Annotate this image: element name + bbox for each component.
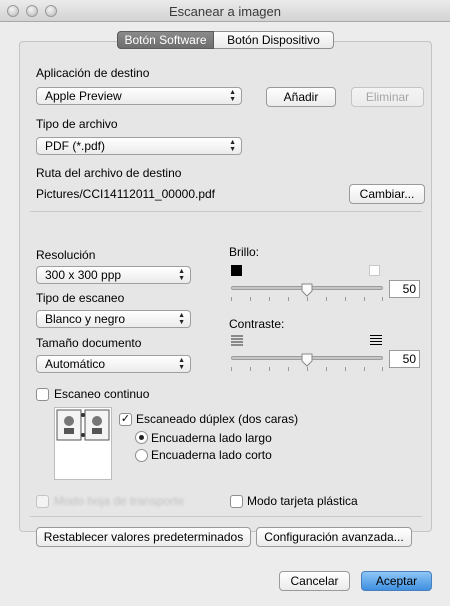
remove-app-button[interactable]: Eliminar <box>351 87 424 107</box>
contrast-value-field[interactable]: 50 <box>389 350 420 368</box>
slider-tick <box>250 297 251 301</box>
doc-size-value: Automático <box>45 357 106 371</box>
destination-app-select[interactable]: Apple Preview ▲ ▼ <box>36 87 242 105</box>
chevron-updown-icon: ▲ ▼ <box>178 312 185 326</box>
contrast-slider-thumb[interactable] <box>301 353 313 367</box>
destination-app-value: Apple Preview <box>45 89 122 103</box>
long-edge-radio[interactable] <box>135 431 148 444</box>
slider-tick <box>288 297 289 301</box>
short-edge-radio[interactable] <box>135 449 148 462</box>
scan-type-label: Tipo de escaneo <box>36 291 125 305</box>
slider-tick <box>250 367 251 371</box>
resolution-select[interactable]: 300 x 300 ppp ▲ ▼ <box>36 266 191 284</box>
continuous-scan-label: Escaneo continuo <box>54 387 150 401</box>
slider-tick <box>364 367 365 371</box>
brightness-value-field[interactable]: 50 <box>389 280 420 298</box>
duplex-label: Escaneado dúplex (dos caras) <box>136 412 299 426</box>
low-contrast-icon <box>231 335 243 346</box>
tab-software-button[interactable]: Botón Software <box>117 31 214 49</box>
file-type-value: PDF (*.pdf) <box>45 139 106 153</box>
file-type-select[interactable]: PDF (*.pdf) ▲ ▼ <box>36 137 242 155</box>
checkmark-icon: ✓ <box>120 413 131 425</box>
scan-type-value: Blanco y negro <box>45 312 126 326</box>
carrier-sheet-label: Modo hoja de transporte <box>54 494 185 508</box>
slider-tick <box>231 367 232 371</box>
slider-tick <box>382 367 383 371</box>
doc-size-select[interactable]: Automático ▲ ▼ <box>36 355 191 373</box>
window-title: Escanear a imagen <box>168 4 281 19</box>
dark-square-icon <box>231 265 242 276</box>
file-type-label: Tipo de archivo <box>36 117 118 131</box>
slider-tick <box>364 297 365 301</box>
change-path-button[interactable]: Cambiar... <box>349 184 425 204</box>
slider-tick <box>231 297 232 301</box>
reset-defaults-button[interactable]: Restablecer valores predeterminados <box>36 527 251 547</box>
plastic-card-label: Modo tarjeta plástica <box>247 494 358 508</box>
doc-size-label: Tamaño documento <box>36 336 142 350</box>
cancel-button[interactable]: Cancelar <box>279 571 350 591</box>
high-contrast-icon <box>370 335 382 345</box>
advanced-settings-button[interactable]: Configuración avanzada... <box>256 527 412 547</box>
destination-path-value: Pictures/CCI14112011_00000.pdf <box>36 187 216 201</box>
light-square-icon <box>369 265 380 276</box>
slider-tick <box>326 297 327 301</box>
destination-path-label: Ruta del archivo de destino <box>36 166 182 180</box>
chevron-updown-icon: ▲ ▼ <box>178 268 185 282</box>
chevron-updown-icon: ▲ ▼ <box>229 139 236 153</box>
resolution-label: Resolución <box>36 248 96 262</box>
brightness-slider-thumb[interactable] <box>301 283 313 297</box>
add-app-button[interactable]: Añadir <box>266 87 336 107</box>
slider-tick <box>326 367 327 371</box>
slider-tick <box>269 367 270 371</box>
slider-tick <box>345 297 346 301</box>
slider-tick <box>269 297 270 301</box>
long-edge-label: Encuaderna lado largo <box>151 431 272 445</box>
scan-type-select[interactable]: Blanco y negro ▲ ▼ <box>36 310 191 328</box>
brightness-label: Brillo: <box>229 245 260 259</box>
short-edge-label: Encuaderna lado corto <box>151 448 272 462</box>
destination-app-label: Aplicación de destino <box>36 66 150 80</box>
section-divider <box>30 211 422 212</box>
duplex-pages-icon <box>56 409 110 441</box>
slider-tick <box>288 367 289 371</box>
contrast-label: Contraste: <box>229 317 285 331</box>
continuous-scan-checkbox[interactable] <box>36 388 49 401</box>
slider-tick <box>345 367 346 371</box>
plastic-card-checkbox[interactable] <box>230 495 243 508</box>
chevron-updown-icon: ▲ ▼ <box>229 89 236 103</box>
chevron-updown-icon: ▲ ▼ <box>178 357 185 371</box>
resolution-value: 300 x 300 ppp <box>45 268 122 282</box>
slider-tick <box>307 297 308 301</box>
duplex-checkbox[interactable]: ✓ <box>119 413 132 426</box>
accept-button[interactable]: Aceptar <box>361 571 432 591</box>
tab-device-button[interactable]: Botón Dispositivo <box>214 31 334 49</box>
slider-tick <box>382 297 383 301</box>
carrier-sheet-checkbox[interactable] <box>36 495 49 508</box>
slider-tick <box>307 367 308 371</box>
section-divider <box>30 516 422 517</box>
